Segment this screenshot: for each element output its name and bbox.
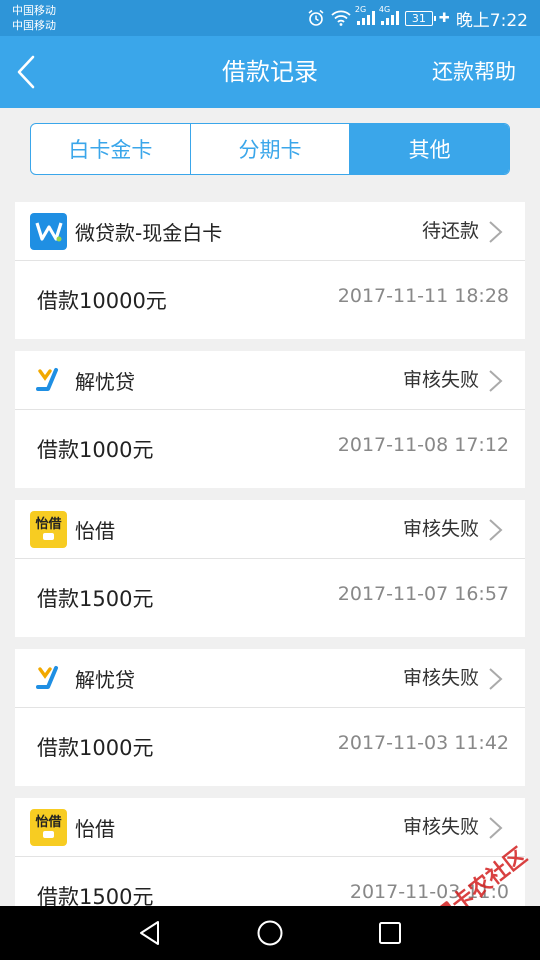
carrier-2: 中国移动 bbox=[12, 19, 56, 32]
jieyoudai-logo-icon bbox=[30, 361, 67, 399]
alarm-icon bbox=[307, 9, 325, 27]
yijie-logo-icon: 怡借 bbox=[30, 808, 67, 846]
charging-icon: ✚ bbox=[438, 10, 450, 26]
loan-record-list: 微贷款-现金白卡 待还款 借款10000元 2017-11-11 18:28 解… bbox=[15, 202, 525, 947]
signal-icon-2: 4G bbox=[379, 5, 399, 25]
chevron-right-icon bbox=[489, 519, 503, 541]
loan-date: 2017-11-08 17:12 bbox=[337, 434, 509, 456]
system-home-button[interactable] bbox=[255, 918, 285, 948]
signal-2-label: 4G bbox=[378, 5, 391, 14]
record-body[interactable]: 借款1000元 2017-11-08 17:12 bbox=[15, 410, 525, 488]
record-body[interactable]: 借款1500元 2017-11-07 16:57 bbox=[15, 559, 525, 637]
square-recents-icon bbox=[379, 922, 401, 944]
list-item[interactable]: 怡借 怡借 审核失败 借款1500元 2017-11-07 16:57 bbox=[15, 500, 525, 637]
status-badge: 待还款 bbox=[421, 220, 479, 242]
yijie-logo-icon: 怡借 bbox=[30, 510, 67, 548]
status-bar: 中国移动 中国移动 2G 4G 31 ✚ 晚上7:22 bbox=[0, 0, 540, 36]
list-item[interactable]: 微贷款-现金白卡 待还款 借款10000元 2017-11-11 18:28 bbox=[15, 202, 525, 339]
chevron-left-icon bbox=[17, 55, 35, 89]
record-header[interactable]: 怡借 怡借 审核失败 bbox=[15, 798, 525, 857]
loan-date: 2017-11-03 11:42 bbox=[337, 732, 509, 754]
system-back-button[interactable] bbox=[135, 918, 165, 948]
triangle-back-icon bbox=[140, 921, 159, 945]
status-badge: 审核失败 bbox=[402, 816, 479, 838]
chevron-right-icon bbox=[489, 817, 503, 839]
record-header[interactable]: 微贷款-现金白卡 待还款 bbox=[15, 202, 525, 261]
system-nav-bar bbox=[0, 906, 540, 960]
loan-amount: 借款1000元 bbox=[37, 438, 154, 462]
status-badge: 审核失败 bbox=[402, 518, 479, 540]
lender-name: 解忧贷 bbox=[75, 667, 135, 692]
loan-amount: 借款1500元 bbox=[37, 587, 154, 611]
repayment-help-link[interactable]: 还款帮助 bbox=[432, 36, 516, 108]
yijie-logo-strip bbox=[42, 831, 55, 838]
signal-icon-1: 2G bbox=[355, 5, 375, 25]
system-recents-button[interactable] bbox=[375, 918, 405, 948]
loan-date: 2017-11-07 16:57 bbox=[337, 583, 509, 605]
tab-installment-card[interactable]: 分期卡 bbox=[191, 124, 351, 174]
lender-name: 怡借 bbox=[75, 816, 115, 841]
lender-name: 解忧贷 bbox=[75, 369, 135, 394]
tab-white-gold-card[interactable]: 白卡金卡 bbox=[31, 124, 191, 174]
weidai-logo-icon bbox=[30, 212, 67, 250]
jieyoudai-logo-icon bbox=[30, 659, 67, 697]
yijie-logo-text: 怡借 bbox=[35, 815, 62, 830]
chevron-right-icon bbox=[489, 221, 503, 243]
wifi-icon bbox=[331, 10, 351, 26]
tab-other[interactable]: 其他 bbox=[350, 124, 509, 174]
lender-name: 微贷款-现金白卡 bbox=[75, 220, 223, 245]
chevron-right-icon bbox=[489, 370, 503, 392]
record-body[interactable]: 借款1000元 2017-11-03 11:42 bbox=[15, 708, 525, 786]
yijie-logo-text: 怡借 bbox=[35, 517, 62, 532]
back-button[interactable] bbox=[16, 52, 56, 92]
tabs-area: 白卡金卡 分期卡 其他 bbox=[0, 108, 540, 190]
record-header[interactable]: 解忧贷 审核失败 bbox=[15, 649, 525, 708]
record-header[interactable]: 解忧贷 审核失败 bbox=[15, 351, 525, 410]
nav-bar: 借款记录 还款帮助 bbox=[0, 36, 540, 108]
list-item[interactable]: 解忧贷 审核失败 借款1000元 2017-11-03 11:42 bbox=[15, 649, 525, 786]
signal-1-label: 2G bbox=[354, 5, 367, 14]
record-header[interactable]: 怡借 怡借 审核失败 bbox=[15, 500, 525, 559]
carrier-1: 中国移动 bbox=[12, 4, 56, 17]
status-badge: 审核失败 bbox=[402, 667, 479, 689]
loan-amount: 借款10000元 bbox=[37, 289, 167, 313]
chevron-right-icon bbox=[489, 668, 503, 690]
loan-amount: 借款1000元 bbox=[37, 736, 154, 760]
segmented-tabs: 白卡金卡 分期卡 其他 bbox=[30, 123, 510, 175]
battery-level: 31 bbox=[411, 11, 426, 25]
list-item[interactable]: 解忧贷 审核失败 借款1000元 2017-11-08 17:12 bbox=[15, 351, 525, 488]
battery-icon: 31 bbox=[404, 10, 436, 26]
carrier-info: 中国移动 中国移动 bbox=[12, 3, 56, 33]
loan-date: 2017-11-11 18:28 bbox=[337, 285, 509, 307]
record-body[interactable]: 借款10000元 2017-11-11 18:28 bbox=[15, 261, 525, 339]
clock: 晚上7:22 bbox=[455, 10, 528, 31]
lender-name: 怡借 bbox=[75, 518, 115, 543]
status-badge: 审核失败 bbox=[402, 369, 479, 391]
yijie-logo-strip bbox=[42, 533, 55, 540]
circle-home-icon bbox=[257, 920, 283, 946]
